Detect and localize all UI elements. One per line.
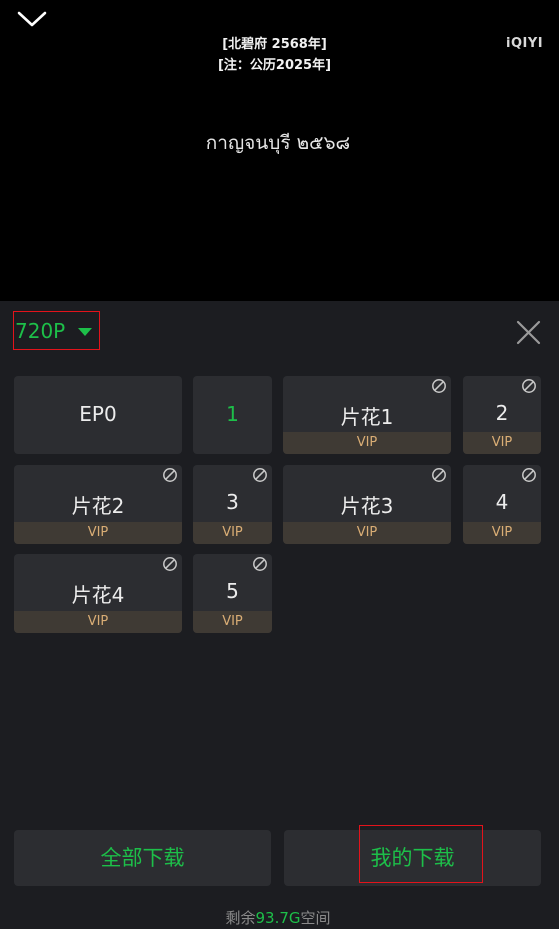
quality-label: 720P [15,318,66,343]
episode-label: 4 [495,490,509,514]
episode-tile-ep0[interactable]: EP0 [14,376,182,454]
episode-tile-trailer-3[interactable]: 片花3 VIP [283,465,451,544]
chevron-down-icon[interactable] [16,6,48,32]
ban-icon [253,557,267,571]
episode-label: 片花1 [340,405,394,429]
episode-label: 片花4 [71,583,125,607]
episode-tile-1[interactable]: 1 [193,376,272,454]
episode-label: 片花3 [340,494,394,518]
my-downloads-button[interactable]: 我的下载 [284,830,541,886]
vip-badge: VIP [14,611,182,633]
caret-down-icon [78,328,92,336]
ban-icon [163,557,177,571]
ban-icon [522,379,536,393]
storage-prefix: 剩余 [225,909,256,927]
subtitle-cn-line1: [北碧府 2568年] [222,37,327,52]
episode-label: 5 [226,579,239,603]
storage-info: 剩余93.7G空间 [0,907,556,928]
episode-tile-4[interactable]: 4 VIP [463,465,541,544]
iqiyi-logo: iQIYI [506,36,544,51]
vip-badge: VIP [193,611,272,633]
subtitle-cn-line2: [注：公历2025年] [217,58,332,73]
storage-amount: 93.7G [255,909,301,927]
episode-tile-2[interactable]: 2 VIP [463,376,541,454]
vip-badge: VIP [463,432,541,454]
ban-icon [253,468,267,482]
episode-tile-5[interactable]: 5 VIP [193,554,272,633]
video-player[interactable]: [北碧府 2568年] [注：公历2025年] iQIYI กาญจนบุรี … [0,0,559,301]
vip-badge: VIP [283,522,451,544]
ban-icon [432,468,446,482]
episode-tile-3[interactable]: 3 VIP [193,465,272,544]
vip-badge: VIP [193,522,272,544]
vip-badge: VIP [283,432,451,454]
episode-tile-trailer-1[interactable]: 片花1 VIP [283,376,451,454]
ban-icon [163,468,177,482]
ban-icon [522,468,536,482]
quality-selector[interactable]: 720P [13,311,100,350]
episode-label: 片花2 [71,494,125,518]
vip-badge: VIP [14,522,182,544]
download-all-button[interactable]: 全部下载 [14,830,271,886]
vip-badge: VIP [463,522,541,544]
ban-icon [432,379,446,393]
episode-tile-trailer-2[interactable]: 片花2 VIP [14,465,182,544]
episode-label: 2 [495,401,509,425]
episode-label: 1 [226,402,239,426]
episode-label: 3 [226,490,239,514]
episode-label: EP0 [79,402,117,426]
subtitle-thai: กาญจนบุรี ๒๕๖๘ [205,132,351,154]
storage-suffix: 空间 [300,909,331,927]
close-icon[interactable] [515,319,542,346]
episode-tile-trailer-4[interactable]: 片花4 VIP [14,554,182,633]
